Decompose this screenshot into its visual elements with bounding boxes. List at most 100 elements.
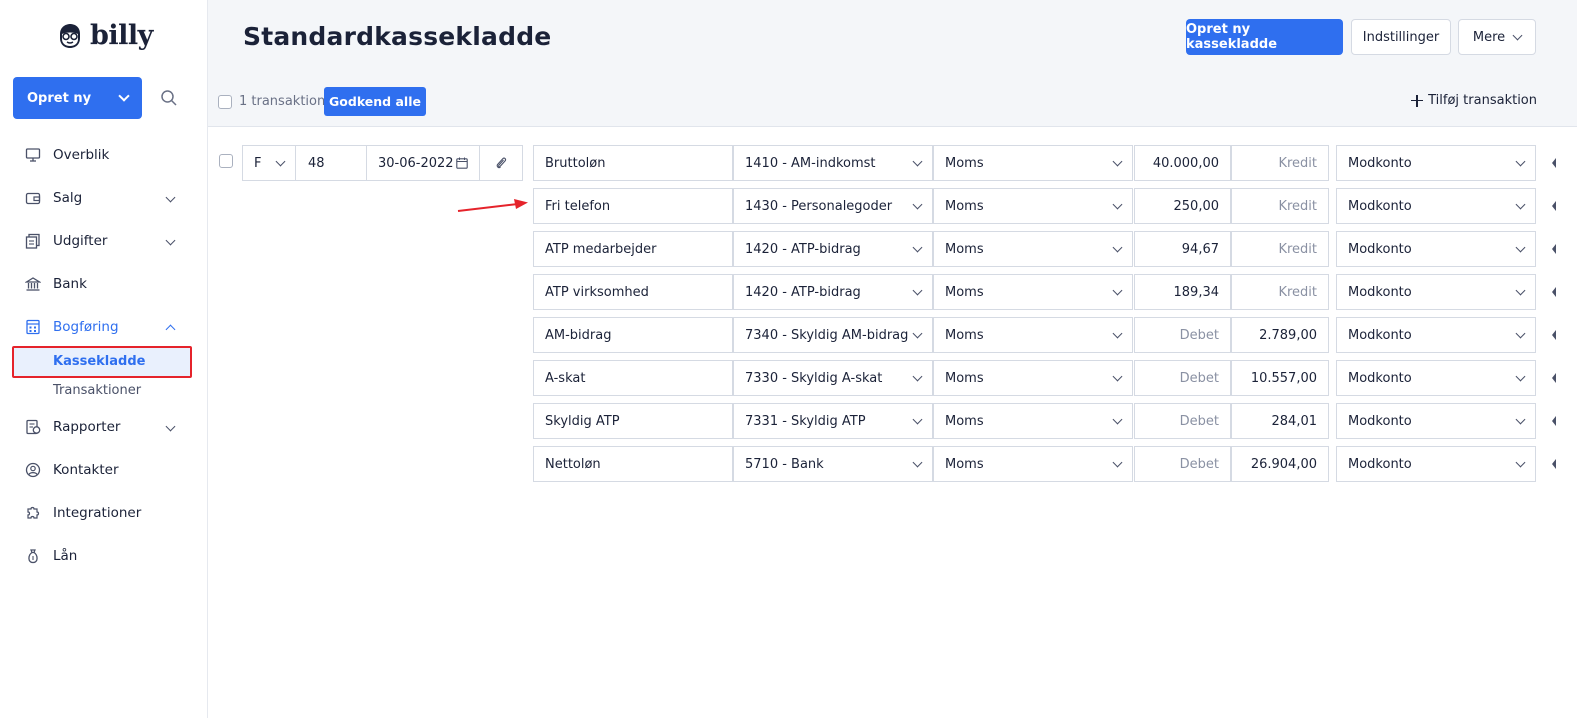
line-account-select[interactable]: 1420 - ATP-bidrag [733, 231, 933, 267]
line-contra-select[interactable]: Modkonto [1336, 188, 1536, 224]
line-text-input[interactable]: A-skat [533, 360, 733, 396]
line-text-input-value: Bruttoløn [545, 155, 606, 171]
line-kredit-input[interactable]: 26.904,00 [1231, 446, 1329, 482]
line-debet-input[interactable]: 94,67 [1134, 231, 1231, 267]
more-button[interactable]: Mere [1458, 19, 1536, 55]
sidebar-item-kontakter[interactable]: Kontakter [24, 456, 184, 484]
line-kredit-input-value: 10.557,00 [1250, 370, 1317, 386]
line-vat-select[interactable]: Moms [933, 231, 1133, 267]
chevron-down-icon [912, 328, 923, 338]
sidebar-item-overblik[interactable]: Overblik [24, 141, 184, 169]
select-all-checkbox[interactable] [218, 95, 232, 109]
entry-number-input[interactable]: 48 [295, 145, 367, 181]
line-vat-select[interactable]: Moms [933, 360, 1133, 396]
line-contra-select-value: Modkonto [1348, 370, 1412, 386]
line-kredit-input[interactable]: Kredit [1231, 145, 1329, 181]
sidebar-item-salg[interactable]: Salg [24, 184, 184, 212]
line-contra-select[interactable]: Modkonto [1336, 446, 1536, 482]
line-vat-select[interactable]: Moms [933, 188, 1133, 224]
line-contra-select[interactable]: Modkonto [1336, 360, 1536, 396]
line-debet-input[interactable]: Debet [1134, 317, 1231, 353]
line-contra-select[interactable]: Modkonto [1336, 145, 1536, 181]
line-account-select[interactable]: 1410 - AM-indkomst [733, 145, 933, 181]
line-account-select[interactable]: 1430 - Personalegoder [733, 188, 933, 224]
search-icon[interactable] [160, 89, 178, 107]
sidebar-item-udgifter[interactable]: Udgifter [24, 227, 184, 255]
new-journal-button[interactable]: Opret ny kassekladde [1186, 19, 1343, 55]
row-menu-icon[interactable] [1552, 201, 1556, 211]
transaction-count: 1 transaktion [239, 94, 326, 109]
sidebar-item-bogforing[interactable]: Bogføring [24, 313, 184, 341]
line-kredit-input[interactable]: Kredit [1231, 188, 1329, 224]
line-debet-input[interactable]: 250,00 [1134, 188, 1231, 224]
line-vat-select-value: Moms [945, 241, 984, 257]
line-vat-select[interactable]: Moms [933, 317, 1133, 353]
line-account-select[interactable]: 1420 - ATP-bidrag [733, 274, 933, 310]
line-vat-select[interactable]: Moms [933, 274, 1133, 310]
entry-date-value: 30-06-2022 [378, 155, 454, 171]
sidebar-item-integrationer[interactable]: Integrationer [24, 499, 184, 527]
entry-date-input[interactable]: 30-06-2022 [366, 145, 480, 181]
row-menu-icon[interactable] [1552, 287, 1556, 297]
add-transaction-button[interactable]: Tilføj transaktion [1411, 93, 1537, 108]
line-text-input[interactable]: Nettoløn [533, 446, 733, 482]
line-text-input[interactable]: Skyldig ATP [533, 403, 733, 439]
chevron-down-icon [912, 371, 923, 381]
row-menu-icon[interactable] [1552, 459, 1556, 469]
line-text-input[interactable]: ATP medarbejder [533, 231, 733, 267]
logo[interactable]: billy [56, 20, 153, 51]
chevron-down-icon [1112, 328, 1123, 338]
chevron-down-icon [1112, 285, 1123, 295]
line-debet-input[interactable]: Debet [1134, 403, 1231, 439]
approve-all-button[interactable]: Godkend alle [324, 87, 426, 116]
line-kredit-input[interactable]: 2.789,00 [1231, 317, 1329, 353]
line-contra-select[interactable]: Modkonto [1336, 231, 1536, 267]
create-new-label: Opret ny [27, 90, 92, 106]
line-debet-input[interactable]: Debet [1134, 360, 1231, 396]
sidebar-item-label: Bogføring [53, 319, 119, 335]
calendar-icon[interactable] [456, 157, 468, 169]
row-menu-icon[interactable] [1552, 416, 1556, 426]
line-debet-input[interactable]: 189,34 [1134, 274, 1231, 310]
line-text-input-value: Nettoløn [545, 456, 601, 472]
line-debet-input[interactable]: Debet [1134, 446, 1231, 482]
line-account-select[interactable]: 5710 - Bank [733, 446, 933, 482]
line-text-input[interactable]: AM-bidrag [533, 317, 733, 353]
row-menu-icon[interactable] [1552, 330, 1556, 340]
sidebar-subitem-transaktioner[interactable]: Transaktioner [53, 383, 141, 398]
attachment-button[interactable] [479, 145, 523, 181]
line-vat-select[interactable]: Moms [933, 145, 1133, 181]
line-vat-select-value: Moms [945, 284, 984, 300]
sidebar-subitem-kassekladde[interactable]: Kassekladde [53, 354, 145, 369]
line-kredit-input[interactable]: 10.557,00 [1231, 360, 1329, 396]
sidebar-item-label: Bank [53, 276, 87, 292]
sidebar-item-rapporter[interactable]: Rapporter [24, 413, 184, 441]
sidebar-item-laan[interactable]: Lån [24, 542, 184, 570]
line-kredit-input-value: Kredit [1278, 198, 1317, 214]
line-contra-select[interactable]: Modkonto [1336, 274, 1536, 310]
line-vat-select[interactable]: Moms [933, 403, 1133, 439]
row-menu-icon[interactable] [1552, 373, 1556, 383]
sidebar-item-bank[interactable]: Bank [24, 270, 184, 298]
page-header: Standardkassekladde Opret ny kassekladde… [208, 0, 1577, 127]
settings-button[interactable]: Indstillinger [1351, 19, 1451, 55]
line-kredit-input[interactable]: Kredit [1231, 274, 1329, 310]
line-text-input[interactable]: ATP virksomhed [533, 274, 733, 310]
line-account-select[interactable]: 7340 - Skyldig AM-bidrag [733, 317, 933, 353]
create-new-button[interactable]: Opret ny [13, 77, 142, 119]
line-account-select[interactable]: 7331 - Skyldig ATP [733, 403, 933, 439]
line-contra-select[interactable]: Modkonto [1336, 403, 1536, 439]
row-menu-icon[interactable] [1552, 244, 1556, 254]
line-contra-select[interactable]: Modkonto [1336, 317, 1536, 353]
line-text-input[interactable]: Fri telefon [533, 188, 733, 224]
line-text-input[interactable]: Bruttoløn [533, 145, 733, 181]
line-debet-input[interactable]: 40.000,00 [1134, 145, 1231, 181]
line-kredit-input[interactable]: Kredit [1231, 231, 1329, 267]
transaction-checkbox[interactable] [219, 154, 233, 168]
line-account-select[interactable]: 7330 - Skyldig A-skat [733, 360, 933, 396]
row-menu-icon[interactable] [1552, 158, 1556, 168]
entry-type-select[interactable]: F [242, 145, 296, 181]
line-vat-select[interactable]: Moms [933, 446, 1133, 482]
line-kredit-input[interactable]: 284,01 [1231, 403, 1329, 439]
line-contra-select-value: Modkonto [1348, 327, 1412, 343]
